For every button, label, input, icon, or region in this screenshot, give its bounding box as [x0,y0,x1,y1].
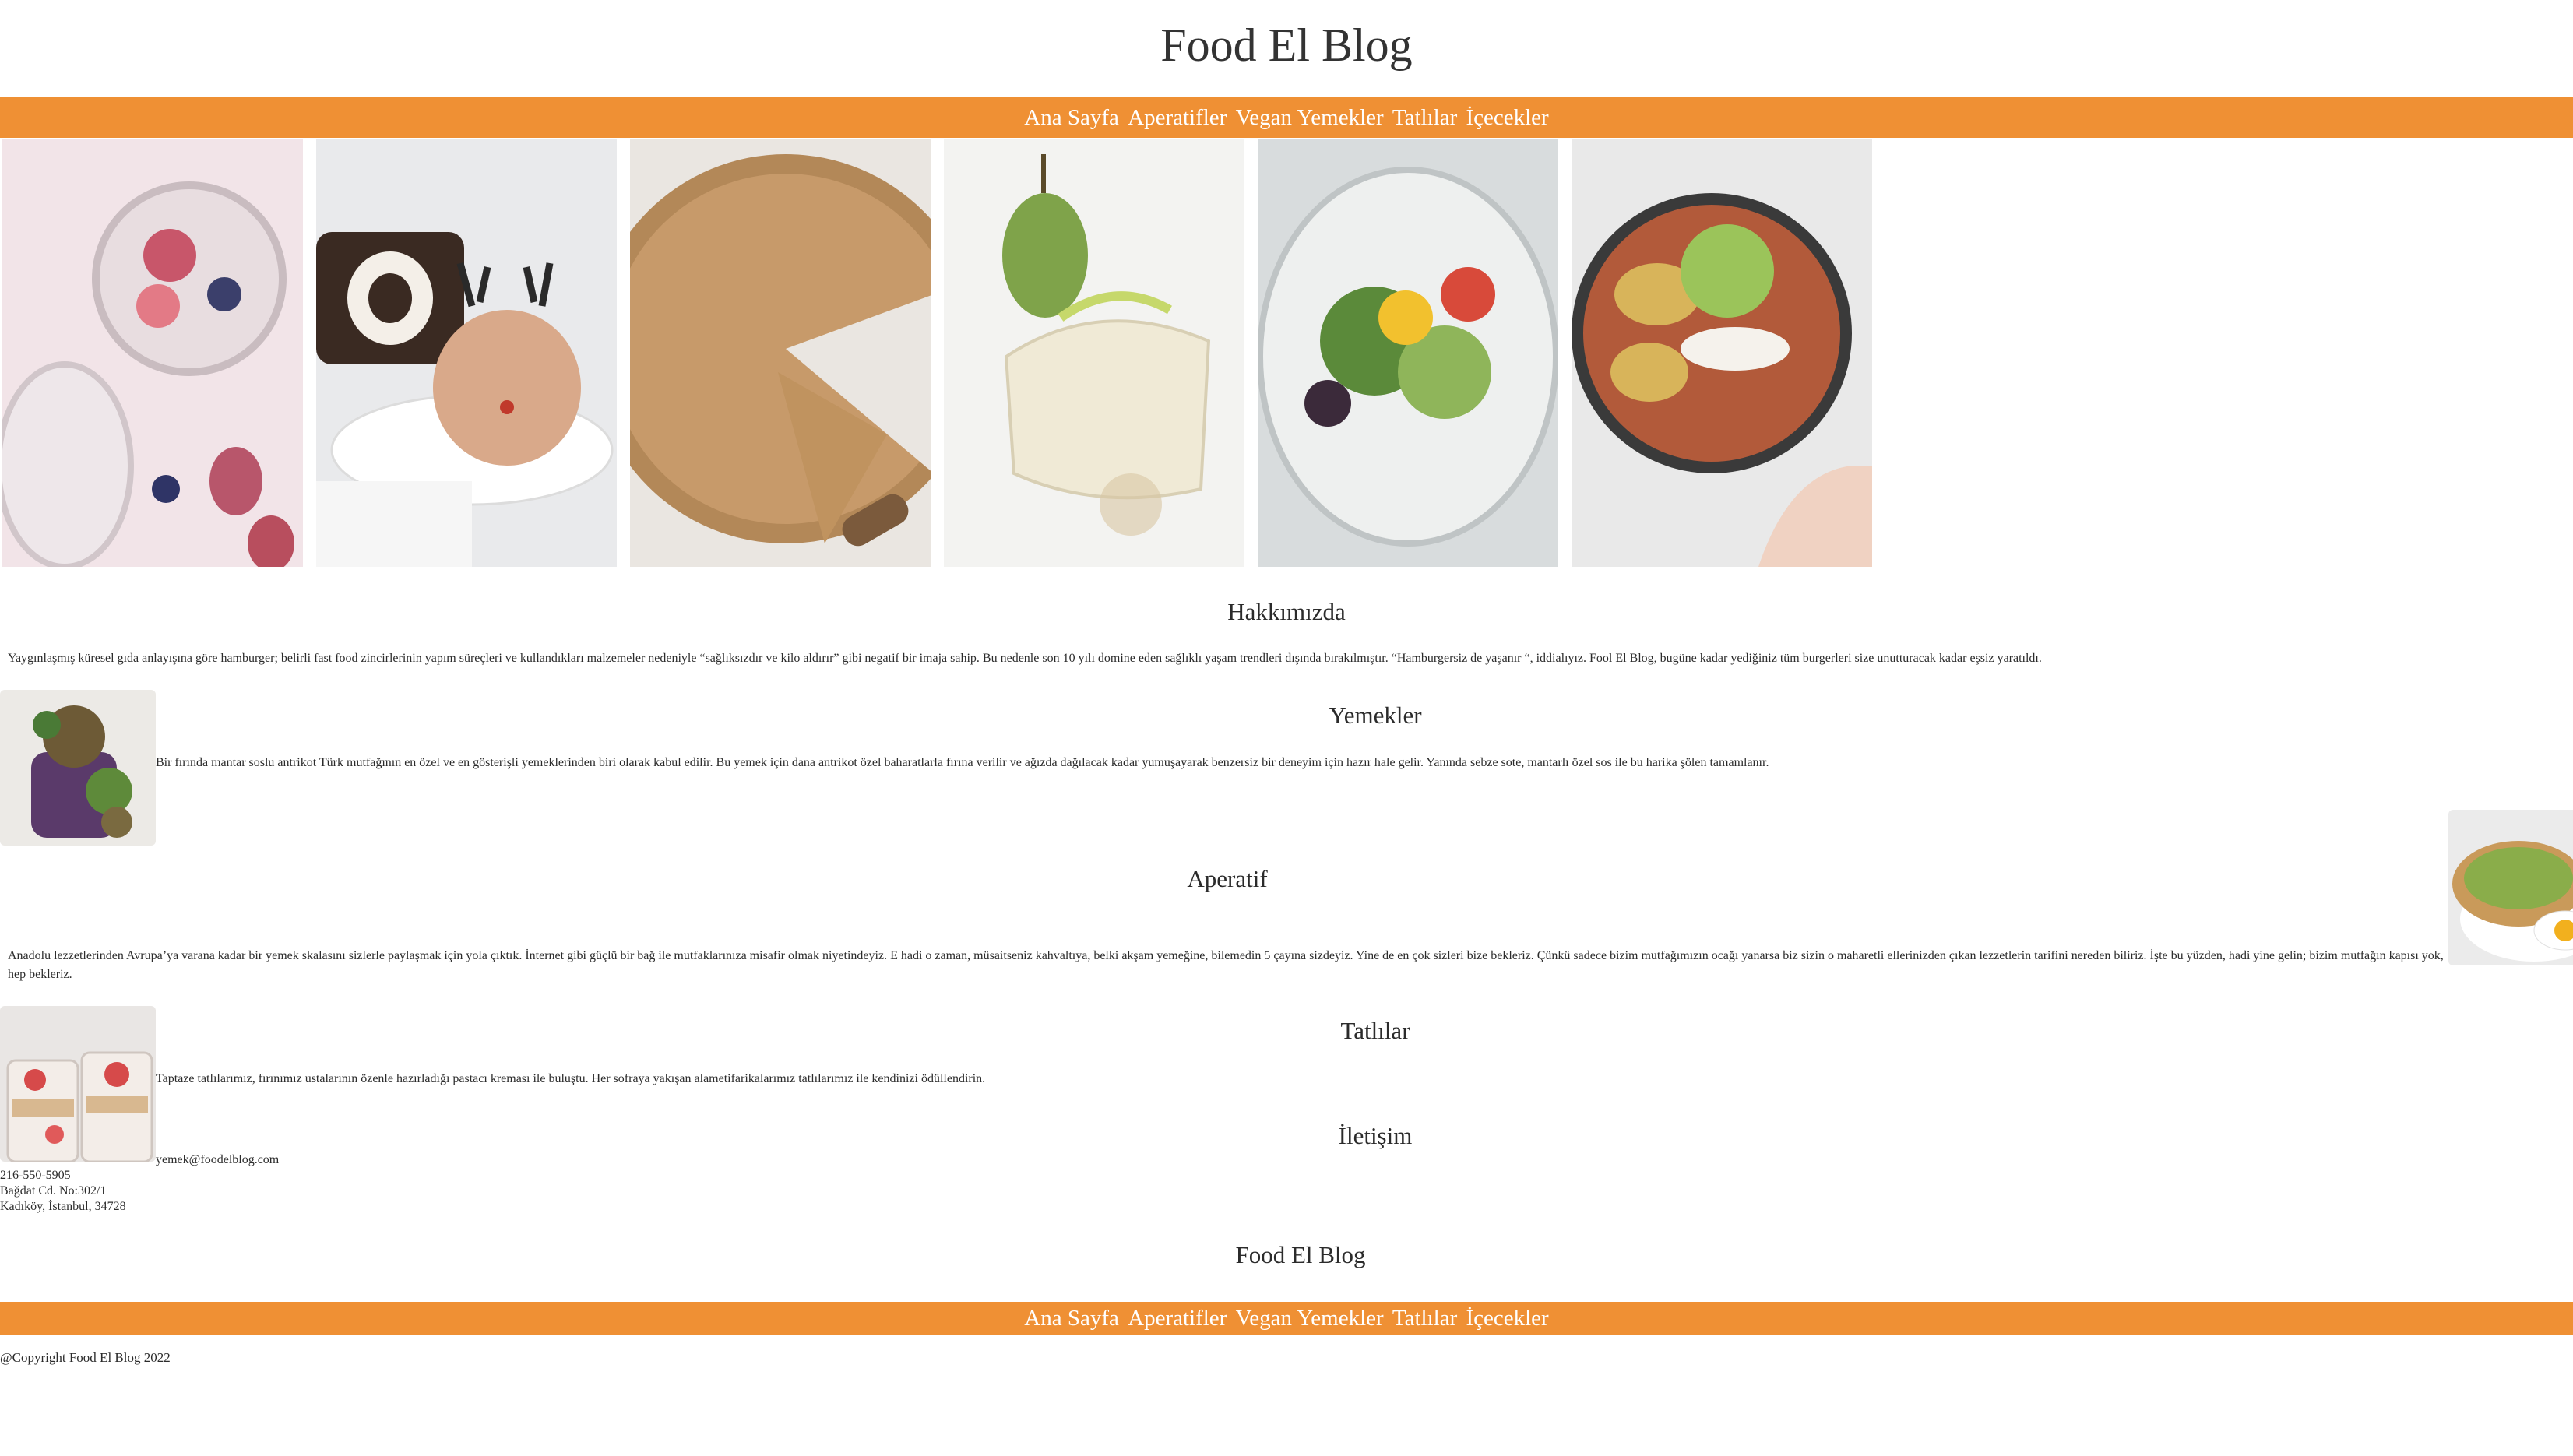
footer-nav-item-home[interactable]: Ana Sayfa [1024,1302,1119,1335]
site-title: Food El Blog [1160,19,1413,71]
meals-heading: Yemekler [1329,702,1422,729]
strawberry-parfait-photo [0,1006,156,1162]
contact-heading: İletişim [1338,1122,1413,1149]
copyright-text: @Copyright Food El Blog 2022 [0,1350,171,1365]
reindeer-cake-photo [316,139,617,567]
footer-nav-item-desserts[interactable]: Tatlılar [1392,1302,1457,1335]
footer-title: Food El Blog [1235,1241,1366,1268]
nav-item-vegan[interactable]: Vegan Yemekler [1236,97,1384,138]
salad-glass-photo [1258,139,1558,567]
chia-pudding-photo [2,139,303,567]
nav-item-desserts[interactable]: Tatlılar [1392,97,1457,138]
footer-nav-item-vegan[interactable]: Vegan Yemekler [1236,1302,1384,1335]
nav-item-drinks[interactable]: İçecekler [1466,97,1548,138]
bowl-photo [1572,139,1872,567]
mushroom-steak-photo [0,690,156,846]
pear-dish-photo [944,139,1244,567]
nav-item-appetizers[interactable]: Aperatifler [1128,97,1227,138]
appetizer-text: Anadolu lezzetlerinden Avrupa’ya varana … [8,949,2444,981]
avocado-toast-photo [2448,810,2573,965]
desserts-text: Taptaze tatlılarımız, fırınımız ustaları… [156,1072,986,1085]
footer-nav-item-drinks[interactable]: İçecekler [1466,1302,1548,1335]
footer-nav: Ana Sayfa Aperatifler Vegan Yemekler Tat… [0,1302,2573,1335]
footer-nav-item-appetizers[interactable]: Aperatifler [1128,1302,1227,1335]
contact-address-line2: Kadıköy, İstanbul, 34728 [0,1200,126,1213]
desserts-heading: Tatlılar [1340,1017,1410,1044]
top-nav: Ana Sayfa Aperatifler Vegan Yemekler Tat… [0,97,2573,138]
appetizer-heading: Aperatif [1187,865,1268,892]
meals-text: Bir fırında mantar soslu antrikot Türk m… [156,756,1769,769]
nav-item-home[interactable]: Ana Sayfa [1024,97,1119,138]
about-heading: Hakkımızda [1227,598,1346,625]
contact-email[interactable]: yemek@foodelblog.com [156,1151,279,1169]
about-text: Yaygınlaşmış küresel gıda anlayışına gör… [8,652,2042,665]
pie-photo [630,139,931,567]
